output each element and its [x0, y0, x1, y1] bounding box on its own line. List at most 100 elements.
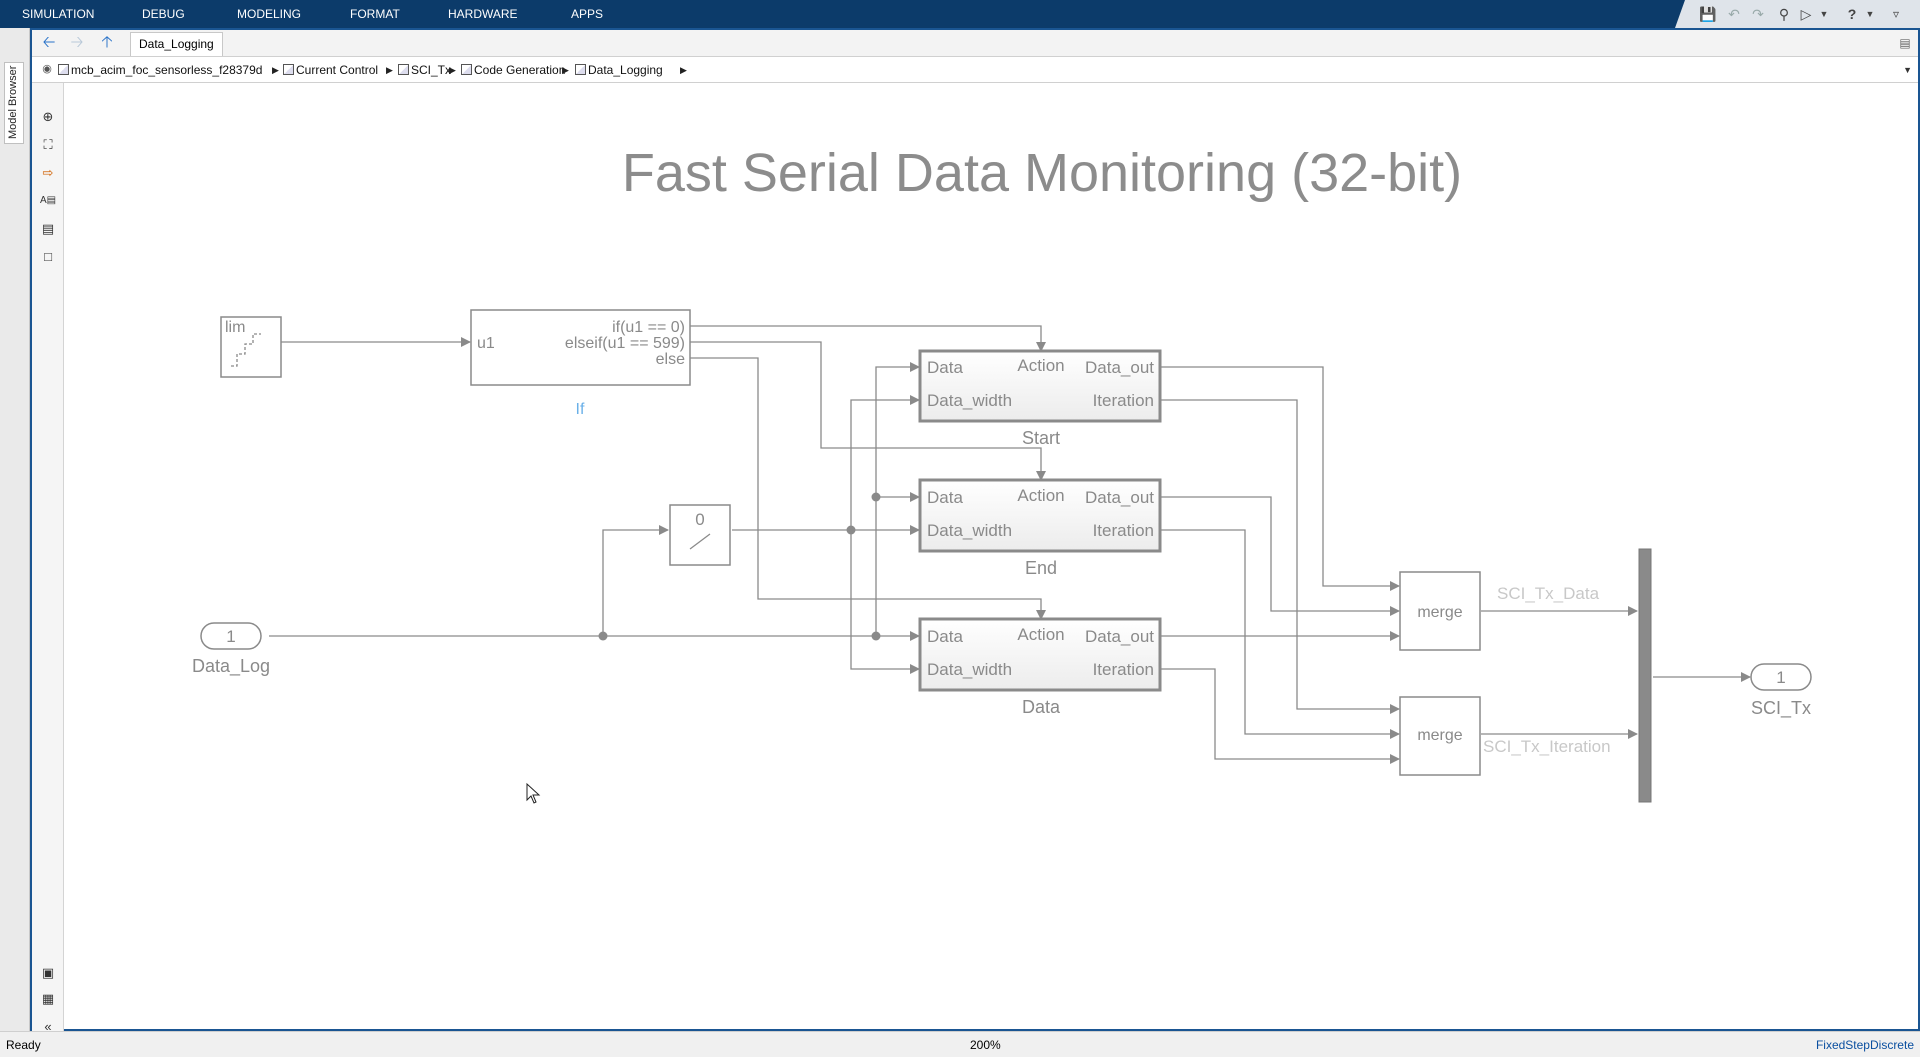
outport-sci-tx[interactable]: 1 SCI_Tx	[1750, 663, 1812, 719]
bus-creator-block[interactable]	[1638, 548, 1652, 803]
branch-point	[846, 525, 856, 535]
branch-point	[871, 631, 881, 641]
image-icon[interactable]: ▤	[38, 219, 58, 239]
subsystem-start[interactable]: Data Data_width Action Data_out Iteratio…	[918, 349, 1162, 448]
signal-label-sci-tx-iteration: SCI_Tx_Iteration	[1483, 737, 1611, 756]
block-palette: ⊕ ⛶ ⇨ A▤ ▤ □ ▣ ▦ «	[32, 83, 64, 1034]
port-action: Action	[1017, 356, 1064, 375]
merge-label: merge	[1417, 727, 1462, 744]
options-menu-icon[interactable]: ▿	[1887, 5, 1905, 23]
subsystem-icon	[398, 64, 409, 75]
annotation-icon[interactable]: A▤	[38, 191, 58, 211]
signal-line[interactable]	[1160, 668, 1400, 764]
port-data-out: Data_out	[1085, 358, 1154, 377]
breadcrumb-dropdown-icon[interactable]: ▼	[1903, 61, 1912, 79]
tab-apps[interactable]: APPS	[567, 0, 607, 28]
breadcrumb-item-data-logging[interactable]: Data_Logging	[575, 61, 663, 79]
merge-block-2[interactable]: merge	[1399, 696, 1481, 776]
lim-block[interactable]: lim	[220, 316, 282, 378]
port-action: Action	[1017, 486, 1064, 505]
breadcrumb-separator-icon: ▶	[562, 65, 569, 75]
signal-arrow-icon[interactable]: ⇨	[38, 163, 58, 183]
port-data: Data	[927, 358, 963, 377]
search-icon[interactable]: ⚲	[1775, 5, 1793, 23]
branch-point	[871, 492, 881, 502]
help-menu-chevron-icon[interactable]: ▼	[1861, 5, 1879, 23]
signal-line[interactable]	[875, 362, 920, 636]
port-data-width: Data_width	[927, 391, 1012, 410]
diagram-canvas[interactable]: Fast Serial Data Monitoring (32-bit) lim…	[65, 84, 1918, 1029]
port-data-out: Data_out	[1085, 627, 1154, 646]
branch-point	[598, 631, 608, 641]
breadcrumb-item-model[interactable]: mcb_acim_foc_sensorless_f28379d	[58, 61, 262, 79]
signal-line[interactable]	[850, 395, 920, 530]
inport-data-log[interactable]: 1 Data_Log	[192, 622, 270, 677]
signal-line[interactable]	[1160, 399, 1400, 714]
signal-line[interactable]	[1160, 529, 1400, 739]
side-panel-strip: Model Browser	[0, 28, 30, 1031]
mouse-cursor-icon	[526, 782, 541, 804]
fit-to-view-icon[interactable]: ⛶	[38, 135, 58, 155]
breadcrumb-item-current-control[interactable]: Current Control	[283, 61, 378, 79]
breadcrumb-item-code-generation[interactable]: Code Generation	[461, 61, 565, 79]
screenshot-icon[interactable]: ▣	[38, 963, 58, 983]
save-icon[interactable]: 💾	[1699, 5, 1717, 23]
redo-icon[interactable]: ↷	[1749, 5, 1767, 23]
back-icon[interactable]: 🡠	[38, 33, 60, 53]
tab-hardware[interactable]: HARDWARE	[444, 0, 522, 28]
breadcrumb-separator-icon: ▶	[449, 65, 456, 75]
tab-list-icon[interactable]: ▤	[1894, 33, 1916, 53]
if-output-port-2: elseif(u1 == 599)	[565, 335, 685, 352]
port-data: Data	[927, 627, 963, 646]
up-to-parent-icon[interactable]: 🡡	[96, 33, 118, 53]
find-replace-icon[interactable]: ▷	[1797, 5, 1815, 23]
solver-link[interactable]: FixedStepDiscrete	[1816, 1038, 1914, 1052]
property-inspector-icon[interactable]: ▦	[38, 989, 58, 1009]
status-text: Ready	[6, 1038, 41, 1052]
tab-modeling[interactable]: MODELING	[233, 0, 305, 28]
outport-number: 1	[1776, 668, 1785, 687]
port-data-out: Data_out	[1085, 488, 1154, 507]
area-icon[interactable]: □	[38, 247, 58, 267]
port-iteration: Iteration	[1093, 521, 1154, 540]
chevron-down-icon[interactable]: ▼	[1815, 5, 1833, 23]
undo-icon[interactable]: ↶	[1725, 5, 1743, 23]
width-block-value: 0	[695, 510, 704, 529]
zoom-icon[interactable]: ⊕	[38, 107, 58, 127]
help-icon[interactable]: ?	[1843, 5, 1861, 23]
breadcrumb-separator-icon: ▶	[386, 65, 393, 75]
inport-number: 1	[226, 627, 235, 646]
document-tab[interactable]: Data_Logging	[130, 32, 223, 56]
breadcrumb-item-sci-tx[interactable]: SCI_Tx	[398, 61, 451, 79]
tab-simulation[interactable]: SIMULATION	[18, 0, 98, 28]
forward-icon[interactable]: 🡢	[66, 33, 88, 53]
width-block[interactable]: 0	[669, 504, 731, 566]
port-data: Data	[927, 488, 963, 507]
tab-debug[interactable]: DEBUG	[138, 0, 189, 28]
diagram-title: Fast Serial Data Monitoring (32-bit)	[622, 143, 1462, 203]
subsystem-end[interactable]: Data Data_width Action Data_out Iteratio…	[918, 478, 1162, 578]
zoom-level[interactable]: 200%	[970, 1038, 1001, 1052]
subsystem-icon	[575, 64, 586, 75]
subsystem-icon	[461, 64, 472, 75]
breadcrumb-separator-icon: ▶	[680, 65, 687, 75]
signal-line[interactable]	[1160, 496, 1400, 616]
subsystem-name: Data	[1022, 697, 1061, 717]
editor-tab-row: 🡠 🡢 🡡 Data_Logging ▤	[32, 30, 1918, 57]
hide-explorer-icon[interactable]: ◉	[36, 59, 58, 79]
inport-name: Data_Log	[192, 656, 270, 677]
port-iteration: Iteration	[1093, 391, 1154, 410]
subsystem-name: End	[1025, 558, 1057, 578]
merge-block-1[interactable]: merge	[1399, 571, 1481, 651]
subsystem-data[interactable]: Data Data_width Action Data_out Iteratio…	[918, 617, 1162, 717]
model-browser-tab[interactable]: Model Browser	[4, 62, 24, 144]
signal-line[interactable]	[602, 525, 669, 636]
if-block-name: If	[576, 401, 585, 418]
port-action: Action	[1017, 625, 1064, 644]
breadcrumb-separator-icon: ▶	[272, 65, 279, 75]
status-bar: Ready 200% FixedStepDiscrete	[0, 1031, 1920, 1057]
subsystem-icon	[283, 64, 294, 75]
if-block[interactable]: u1 if(u1 == 0) elseif(u1 == 599) else If	[470, 309, 691, 418]
tab-format[interactable]: FORMAT	[346, 0, 404, 28]
signal-line[interactable]	[690, 325, 1046, 352]
